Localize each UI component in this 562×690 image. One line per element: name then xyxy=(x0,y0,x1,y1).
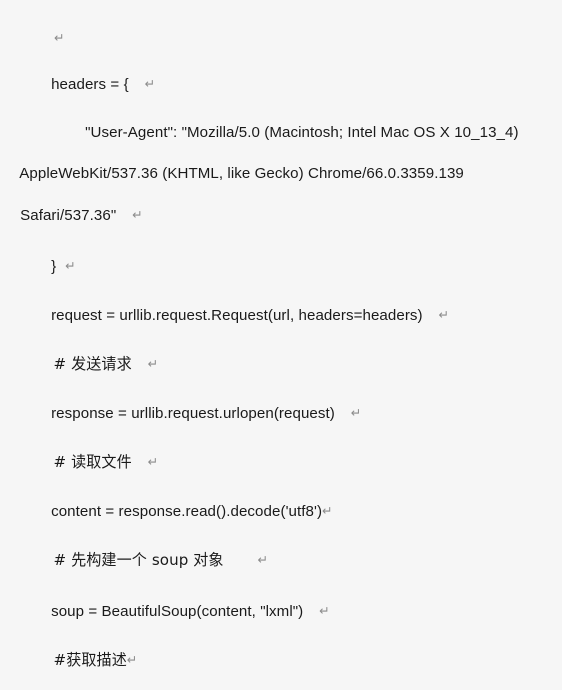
line-text: request = urllib.request.Request(url, he… xyxy=(51,307,423,324)
return-mark-icon: ↵ xyxy=(126,652,138,667)
return-mark-icon: ↵ xyxy=(147,454,159,469)
document-page: ↵ headers = { ↵ "User-Agent": "Mozilla/5.… xyxy=(0,0,562,671)
return-mark-icon: ↵ xyxy=(350,405,362,420)
return-mark-icon: ↵ xyxy=(319,603,330,618)
line-text: AppleWebKit/537.36 (KHTML, like Gecko) C… xyxy=(19,165,464,182)
line-text: } xyxy=(51,258,57,275)
return-mark-icon: ↵ xyxy=(322,503,333,518)
return-mark-icon: ↵ xyxy=(147,356,159,371)
line-text: response = urllib.request.urlopen(reques… xyxy=(51,405,335,422)
return-mark-icon: ↵ xyxy=(438,307,450,322)
return-mark-icon: ↵ xyxy=(132,207,143,222)
line-text: #获取描述 xyxy=(53,651,127,669)
return-mark-icon: ↵ xyxy=(65,258,76,273)
line-text: # 读取文件 xyxy=(53,453,132,471)
return-mark-icon: ↵ xyxy=(54,30,65,45)
line-text: headers = { xyxy=(51,76,129,93)
return-mark-icon: ↵ xyxy=(257,552,269,567)
line-text: soup = BeautifulSoup(content, "lxml") xyxy=(51,603,304,620)
line-text: content = response.read().decode('utf8') xyxy=(51,503,323,520)
line-text: # 先构建一个 soup 对象 xyxy=(53,551,224,569)
document-line[interactable]: #获取描述↵ xyxy=(0,630,562,690)
return-mark-icon: ↵ xyxy=(144,76,156,91)
line-text: # 发送请求 xyxy=(53,355,132,373)
line-text: "User-Agent": "Mozilla/5.0 (Macintosh; I… xyxy=(85,124,519,141)
line-text: Safari/537.36" xyxy=(20,207,117,224)
